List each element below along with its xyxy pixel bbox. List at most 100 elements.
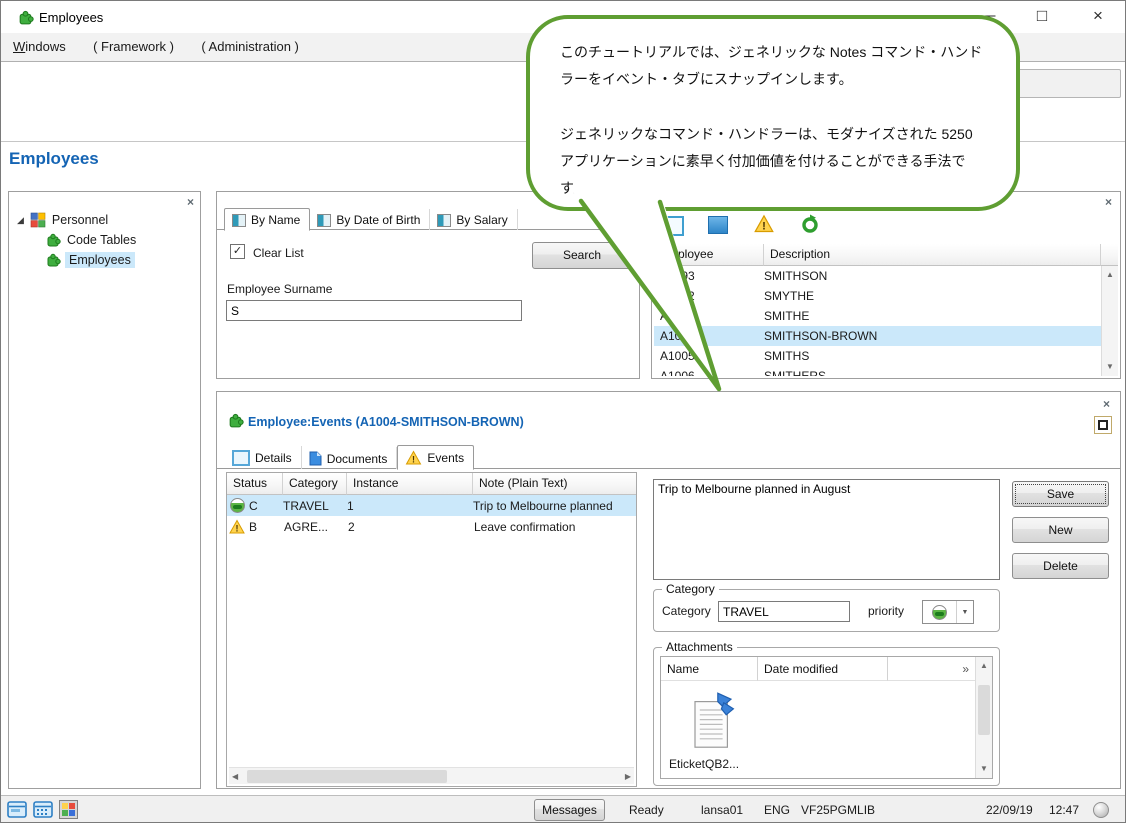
save-button[interactable]: Save [1012,481,1109,507]
category-cell: TRAVEL [283,498,329,513]
documents-toolbar-icon[interactable] [708,216,728,234]
tree-item-label: Code Tables [67,233,137,247]
details-toolbar-icon[interactable] [662,216,684,236]
list-view-icon [317,213,332,227]
employee-grid-body: A0193 SMITHSON A1002 SMYTHE A1003 SMITHE A1… [654,266,1101,376]
tree-item-code-tables[interactable]: Code Tables [9,230,198,250]
list-view-icon [437,213,452,227]
column-header-name[interactable]: Name [661,657,758,681]
employee-cell: A1006 [660,369,695,376]
tree-item-employees[interactable]: Employees [9,250,198,270]
category-group-legend: Category [666,582,715,596]
category-cell: AGRE... [284,519,329,534]
window-cascade-icon[interactable] [7,801,27,818]
tab-by-salary[interactable]: By Salary [430,209,518,230]
tab-events[interactable]: ! Events [397,445,475,470]
description-cell: SMITHE [764,309,810,323]
tab-label: By Date of Birth [336,213,421,227]
table-row[interactable]: A1005 SMITHS [654,346,1101,366]
puzzle-icon [229,413,244,428]
column-header-note[interactable]: Note (Plain Text) [473,473,636,495]
menu-framework[interactable]: ( Framework ) [81,33,186,54]
tab-label: Documents [326,451,388,466]
scrollbar-thumb[interactable] [978,685,990,735]
tab-by-date-of-birth[interactable]: By Date of Birth [310,209,431,230]
status-date: 22/09/19 [986,803,1033,817]
note-textarea[interactable]: Trip to Melbourne planned in August [653,479,1000,580]
delete-button[interactable]: Delete [1012,553,1109,579]
column-overflow-chevron-icon[interactable]: » [888,657,975,681]
employee-grid-header: Employee Description [654,244,1118,266]
category-input[interactable] [718,601,850,622]
status-user: lansa01 [701,803,744,817]
attachments-scrollbar[interactable]: ▲ ▼ [975,657,992,778]
column-header-date-modified[interactable]: Date modified [758,657,888,681]
clear-list-checkbox[interactable]: ✓ [230,244,245,259]
category-label: Category [662,604,711,618]
employee-panel-close-icon[interactable]: × [1105,196,1112,208]
events-warning-toolbar-icon[interactable]: ! [754,214,774,234]
attachment-file-icon[interactable] [689,691,737,753]
menu-windows[interactable]: Windows [1,33,78,54]
status-ready: Ready [629,803,664,817]
scroll-down-icon[interactable]: ▼ [976,762,992,776]
maximize-button[interactable]: □ [1021,1,1063,31]
events-panel-close-icon[interactable]: × [1103,398,1110,410]
menu-administration[interactable]: ( Administration ) [189,33,311,54]
tab-details[interactable]: Details [225,446,302,469]
tab-documents[interactable]: Documents [302,447,398,469]
column-header-category[interactable]: Category [283,473,347,495]
table-row[interactable]: A0193 SMITHSON [654,266,1101,286]
tab-by-name[interactable]: By Name [224,208,311,231]
employee-cell: A1003 [660,309,695,323]
scroll-left-icon[interactable]: ◀ [232,772,238,781]
scroll-right-icon[interactable]: ▶ [625,772,631,781]
close-button[interactable]: × [1077,1,1119,31]
documents-tab-icon [309,451,322,466]
employee-cell: A0193 [660,269,695,283]
horizontal-scrollbar[interactable]: ◀ ▶ [229,767,634,784]
status-warning-icon: ! [229,518,245,533]
column-header-scroll [1101,244,1118,266]
scroll-up-icon[interactable]: ▲ [976,659,992,673]
maximize-panel-button[interactable] [1094,416,1112,434]
search-button[interactable]: Search [532,242,632,269]
colored-grid-icon[interactable] [59,800,78,819]
tree-item-label-selected: Employees [65,252,135,268]
tree-item-personnel[interactable]: ◢ Personnel [9,210,198,230]
status-led-icon [1093,802,1109,818]
event-row-selected[interactable]: C TRAVEL 1 Trip to Melbourne planned [227,495,636,516]
tab-label: Details [255,451,292,465]
surname-input[interactable] [226,300,522,321]
attachment-file-name[interactable]: EticketQB2... [669,757,739,771]
messages-button[interactable]: Messages [534,799,605,821]
expand-triangle-icon[interactable]: ◢ [17,215,24,226]
svg-text:!: ! [762,221,766,233]
table-row-selected[interactable]: A1004 SMITHSON-BROWN [654,326,1101,346]
priority-dropdown[interactable]: ▼ [922,600,974,624]
column-header-description[interactable]: Description [764,244,1101,266]
instance-cell: 2 [348,519,355,534]
tab-label: By Name [251,213,301,227]
status-green-icon [230,498,245,513]
vertical-scrollbar[interactable]: ▲ ▼ [1101,266,1118,376]
table-row[interactable]: A1002 SMYTHE [654,286,1101,306]
new-button[interactable]: New [1012,517,1109,543]
column-header-employee[interactable]: Employee [654,244,764,266]
table-row[interactable]: A1006 SMITHERS [654,366,1101,376]
description-cell: SMITHSON-BROWN [764,329,878,343]
status-bar: Messages Ready lansa01 ENG VF25PGMLIB 22… [1,795,1125,822]
tab-label: Events [427,451,465,465]
note-cell: Leave confirmation [474,519,576,534]
scrollbar-thumb[interactable] [247,770,447,783]
refresh-icon[interactable] [800,214,820,234]
tree-panel-close-icon[interactable]: × [187,196,194,208]
scroll-down-icon[interactable]: ▼ [1102,360,1118,374]
event-row[interactable]: ! B AGRE... 2 Leave confirmation [227,516,636,537]
scroll-up-icon[interactable]: ▲ [1102,268,1118,282]
table-row[interactable]: A1003 SMITHE [654,306,1101,326]
priority-label: priority [868,604,905,618]
column-header-status[interactable]: Status [227,473,283,495]
column-header-instance[interactable]: Instance [347,473,473,495]
window-grid-icon[interactable] [33,801,53,818]
